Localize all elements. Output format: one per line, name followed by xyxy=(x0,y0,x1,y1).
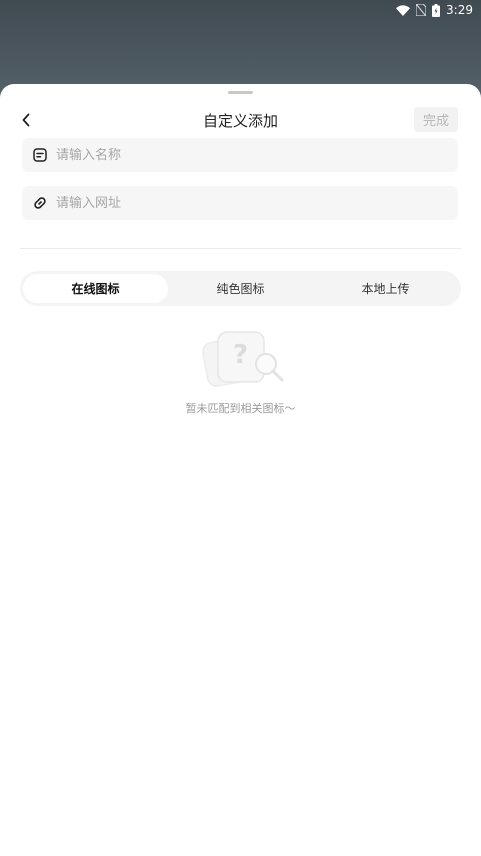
no-sim-icon xyxy=(416,4,427,16)
wifi-icon xyxy=(396,4,411,16)
drag-handle[interactable] xyxy=(228,91,253,94)
sheet-header: 自定义添加 完成 xyxy=(0,104,481,136)
empty-state-text: 暂未匹配到相关图标～ xyxy=(185,402,296,415)
tab-local-upload[interactable]: 本地上传 xyxy=(313,274,458,303)
url-field[interactable] xyxy=(22,186,458,220)
tab-online-icons[interactable]: 在线图标 xyxy=(23,274,168,303)
status-time: 3:29 xyxy=(446,3,473,17)
link-icon xyxy=(32,195,48,211)
page-title: 自定义添加 xyxy=(202,112,278,130)
name-field[interactable] xyxy=(22,138,458,172)
done-button[interactable]: 完成 xyxy=(414,107,458,132)
icon-source-tabs: 在线图标 纯色图标 本地上传 xyxy=(20,271,461,306)
status-bar: 3:29 xyxy=(0,0,481,20)
bottom-sheet: 自定义添加 完成 在线图标 纯色图标 本地上传 ? 暂未匹配到相关图标～ xyxy=(0,84,481,856)
svg-text:?: ? xyxy=(233,340,248,370)
section-divider xyxy=(20,248,461,249)
label-icon xyxy=(32,147,48,163)
no-match-illustration-icon: ? xyxy=(202,328,286,390)
url-input[interactable] xyxy=(56,195,458,211)
battery-charging-icon xyxy=(432,3,441,17)
tab-solid-color-icons[interactable]: 纯色图标 xyxy=(168,274,313,303)
name-input[interactable] xyxy=(56,147,458,163)
